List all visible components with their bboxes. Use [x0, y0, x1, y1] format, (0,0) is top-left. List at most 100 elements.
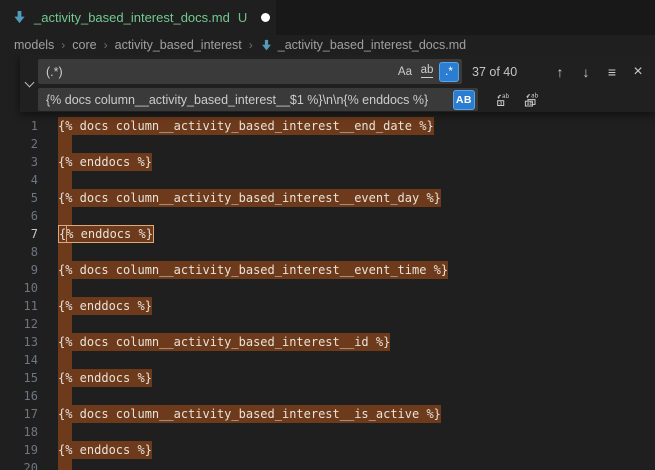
line-number: 4	[0, 171, 38, 189]
line-number: 8	[0, 243, 38, 261]
replace-value: {% docs column__activity_based_interest_…	[46, 93, 451, 107]
replace-button[interactable]: ab a	[492, 89, 514, 111]
line-content[interactable]	[58, 423, 655, 441]
line-content[interactable]: {% enddocs %}	[58, 441, 655, 459]
editor-line-8: 8	[0, 243, 655, 261]
line-number: 20	[0, 459, 38, 470]
line-content[interactable]: {% docs column__activity_based_interest_…	[58, 405, 655, 423]
arrow-down-icon: ↓	[583, 64, 590, 80]
replace-actions: ab a ab ab	[486, 89, 542, 111]
line-content[interactable]: {% docs column__activity_based_interest_…	[58, 117, 655, 135]
chevron-right-icon: ›	[61, 38, 65, 52]
whole-word-button[interactable]: ab	[417, 62, 437, 82]
line-number: 12	[0, 315, 38, 333]
line-number: 10	[0, 279, 38, 297]
editor-line-14: 14	[0, 351, 655, 369]
find-match-highlight	[58, 423, 72, 441]
results-count: 37 of 40	[472, 65, 517, 79]
chevron-right-icon: ›	[104, 38, 108, 52]
editor-line-6: 6	[0, 207, 655, 225]
find-match-highlight: {% enddocs %}	[58, 441, 152, 459]
find-match-highlight: {% docs column__activity_based_interest_…	[58, 405, 441, 423]
line-content[interactable]	[58, 171, 655, 189]
line-number: 15	[0, 369, 38, 387]
previous-match-button[interactable]: ↑	[549, 61, 571, 83]
line-content[interactable]	[58, 243, 655, 261]
editor-line-15: 15 {% enddocs %}	[0, 369, 655, 387]
find-match-highlight	[58, 207, 72, 225]
breadcrumb-item-activity_based_interest[interactable]: activity_based_interest	[115, 38, 242, 52]
regex-button[interactable]: .*	[439, 62, 459, 82]
editor-line-20: 20	[0, 459, 655, 470]
preserve-case-button[interactable]: AB	[453, 90, 475, 110]
find-match-highlight: {% enddocs %}	[58, 153, 152, 171]
line-number: 5	[0, 189, 38, 207]
toggle-replace-button[interactable]	[20, 55, 38, 112]
editor-line-4: 4	[0, 171, 655, 189]
line-number: 14	[0, 351, 38, 369]
markdown-icon	[12, 10, 27, 25]
line-number: 18	[0, 423, 38, 441]
line-content[interactable]: {% docs column__activity_based_interest_…	[58, 333, 655, 351]
replace-input[interactable]: {% docs column__activity_based_interest_…	[38, 88, 478, 111]
line-content[interactable]: {% docs column__activity_based_interest_…	[58, 189, 655, 207]
line-content[interactable]	[58, 207, 655, 225]
editor-line-18: 18	[0, 423, 655, 441]
unsaved-dot-icon[interactable]	[261, 13, 270, 22]
search-input[interactable]: (.*) Aa ab .*	[38, 59, 462, 84]
line-number: 6	[0, 207, 38, 225]
close-icon: ×	[633, 63, 642, 81]
replace-all-button[interactable]: ab ab	[520, 89, 542, 111]
line-number: 2	[0, 135, 38, 153]
find-match-highlight	[58, 171, 72, 189]
line-content[interactable]: {% docs column__activity_based_interest_…	[58, 261, 655, 279]
editor-line-16: 16	[0, 387, 655, 405]
editor-line-10: 10	[0, 279, 655, 297]
arrow-up-icon: ↑	[557, 64, 564, 80]
current-find-match: {% enddocs %}	[58, 225, 154, 243]
editor-line-9: 9 {% docs column__activity_based_interest…	[0, 261, 655, 279]
replace-icon: ab a	[495, 92, 511, 108]
line-content[interactable]: {% enddocs %}	[58, 225, 655, 243]
line-content[interactable]	[58, 315, 655, 333]
markdown-icon	[260, 39, 273, 52]
find-match-highlight	[58, 459, 72, 470]
find-match-highlight	[58, 279, 72, 297]
code-area: 1{% docs column__activity_based_interest…	[0, 117, 655, 470]
breadcrumb-item-models[interactable]: models	[14, 38, 54, 52]
svg-text:ab: ab	[502, 93, 510, 100]
find-match-highlight	[58, 135, 72, 153]
find-in-selection-button[interactable]: ≡	[601, 61, 623, 83]
tab-title: _activity_based_interest_docs.md	[34, 10, 230, 25]
line-content[interactable]	[58, 459, 655, 470]
editor-line-2: 2	[0, 135, 655, 153]
line-content[interactable]	[58, 387, 655, 405]
match-case-button[interactable]: Aa	[395, 62, 415, 82]
line-content[interactable]	[58, 351, 655, 369]
find-match-highlight	[58, 387, 72, 405]
editor: (.*) Aa ab .* 37 of 40 ↑ ↓ ≡ × {% docs c…	[0, 55, 655, 470]
find-match-highlight: {% enddocs %}	[58, 369, 152, 387]
find-match-highlight	[58, 315, 72, 333]
line-number: 17	[0, 405, 38, 423]
replace-all-icon: ab ab	[523, 92, 539, 108]
breadcrumb-item-core[interactable]: core	[72, 38, 96, 52]
search-value: (.*)	[46, 65, 393, 79]
line-content[interactable]: {% enddocs %}	[58, 297, 655, 315]
find-match-highlight	[58, 243, 72, 261]
tab-bar: _activity_based_interest_docs.md U	[0, 0, 655, 35]
close-find-button[interactable]: ×	[627, 61, 649, 83]
line-content[interactable]: {% enddocs %}	[58, 369, 655, 387]
breadcrumb: models › core › activity_based_interest › _ac…	[0, 35, 655, 55]
line-content[interactable]	[58, 135, 655, 153]
next-match-button[interactable]: ↓	[575, 61, 597, 83]
chevron-right-icon: ›	[249, 38, 253, 52]
line-content[interactable]	[58, 279, 655, 297]
editor-line-13: 13{% docs column__activity_based_interes…	[0, 333, 655, 351]
line-number: 9	[0, 261, 38, 279]
tab-activity-docs[interactable]: _activity_based_interest_docs.md U	[0, 0, 276, 35]
find-match-highlight	[58, 351, 72, 369]
chevron-down-icon	[24, 77, 34, 87]
breadcrumb-file[interactable]: _activity_based_interest_docs.md	[278, 38, 466, 52]
line-content[interactable]: {% enddocs %}	[58, 153, 655, 171]
